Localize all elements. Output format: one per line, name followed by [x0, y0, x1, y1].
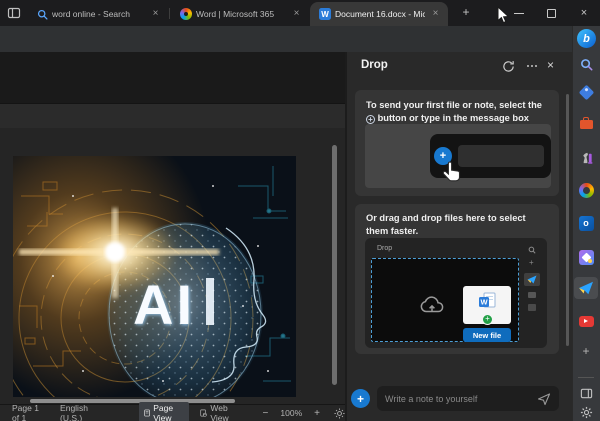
tab-divider [169, 8, 170, 19]
mini-new-file-button: New file [463, 328, 511, 342]
tab-word-online-search[interactable]: word online - Search × [28, 2, 168, 26]
zoom-out-button[interactable]: − [263, 408, 269, 419]
youtube-icon [579, 316, 594, 327]
search-icon [37, 9, 48, 20]
green-plus-badge: + [482, 314, 493, 325]
drop-panel-scrollbar[interactable] [566, 94, 569, 346]
tab-layout-icon [7, 6, 21, 20]
brightness-icon [334, 408, 345, 419]
word-status-bar: Page 1 of 1 English (U.S.) Page View Web… [0, 404, 345, 421]
browser-window: word online - Search × Word | Microsoft … [0, 0, 600, 421]
sidebar-tools-button[interactable] [576, 113, 596, 133]
shopping-tag-icon [578, 84, 594, 100]
language-status[interactable]: English (U.S.) [60, 403, 101, 421]
bing-icon: b [577, 29, 596, 48]
mini-faded-icon [528, 292, 536, 298]
word-document-icon: W [476, 291, 498, 313]
close-icon[interactable]: × [290, 8, 303, 21]
tab-title: Document 16.docx - Microsoft W... [335, 9, 425, 19]
drop-instruction-card-2: Or drag and drop files here to select th… [355, 204, 559, 354]
drop-close-button[interactable]: × [547, 58, 554, 72]
mini-file-card: W + [463, 286, 511, 324]
web-view-icon [200, 408, 207, 418]
sidebar-drop-button[interactable] [574, 277, 598, 299]
sidebar-toggle-icon [580, 387, 593, 400]
gear-icon [580, 406, 593, 419]
close-icon[interactable]: × [149, 8, 162, 21]
zoom-in-button[interactable]: + [314, 408, 320, 419]
drop-add-button[interactable]: + [351, 389, 370, 408]
sidebar-toggle-button[interactable] [576, 383, 596, 403]
tab-word-microsoft-365[interactable]: Word | Microsoft 365 × [171, 2, 309, 26]
chess-games-icon [579, 150, 594, 165]
microsoft-365-icon [579, 183, 594, 198]
send-icon[interactable] [537, 392, 551, 406]
document-canvas: AI AI [0, 128, 345, 404]
window-close-button[interactable]: × [568, 0, 600, 26]
word-icon: W [319, 8, 331, 20]
sidebar-youtube-button[interactable] [576, 311, 596, 331]
svg-text:W: W [480, 298, 488, 307]
mouse-cursor-arrow [496, 6, 510, 25]
sidebar-add-button[interactable]: + [576, 341, 596, 361]
illustration-input-bar [458, 145, 544, 167]
document-vertical-scrollbar[interactable] [332, 145, 337, 385]
maximize-button[interactable] [536, 0, 566, 26]
sidebar-divider [578, 377, 594, 378]
mini-window-title: Drop [377, 245, 392, 252]
tab-title: Word | Microsoft 365 [196, 9, 286, 19]
maximize-icon [547, 9, 556, 18]
tab-actions-button[interactable] [7, 6, 21, 20]
sidebar-games-button[interactable] [576, 147, 596, 167]
tab-document-16[interactable]: W Document 16.docx - Microsoft W... × [310, 2, 448, 26]
sidebar-shopping-button[interactable] [576, 82, 596, 102]
zoom-level[interactable]: 100% [280, 408, 302, 418]
search-icon [580, 58, 593, 71]
sidebar-designer-button[interactable] [576, 247, 596, 267]
word-header: Word Document 16 - Saved to OneDrive [0, 52, 345, 78]
microsoft-365-icon [180, 8, 192, 20]
browser-address-bar: ← https://onedrive.live.com/edit.aspx?ac… [0, 26, 572, 52]
new-tab-button[interactable]: + [458, 5, 474, 21]
drop-instruction-2: Or drag and drop files here to select th… [366, 212, 548, 237]
compose-note-bar[interactable] [377, 386, 559, 411]
designer-icon [579, 250, 594, 265]
browser-tab-bar: word online - Search × Word | Microsoft … [0, 0, 600, 26]
mini-plus-icon: + [529, 258, 534, 267]
image-overlay-text: AI [133, 273, 195, 336]
drop-menu-button[interactable] [525, 65, 539, 67]
sidebar-outlook-button[interactable]: o [576, 213, 596, 233]
mini-faded-icon [528, 304, 536, 311]
cloud-upload-icon [419, 295, 445, 314]
refresh-icon [502, 60, 515, 73]
sidebar-settings-button[interactable] [576, 402, 596, 421]
minimize-icon [514, 13, 524, 14]
circled-plus-icon: + [366, 115, 375, 124]
drop-paper-plane-icon [578, 281, 594, 295]
bing-copilot-button[interactable]: b [577, 29, 596, 48]
drop-refresh-button[interactable] [502, 60, 515, 73]
drop-illustration-2: Drop + [365, 238, 547, 348]
hand-cursor-icon [440, 160, 464, 190]
sidebar-microsoft-365-button[interactable] [576, 180, 596, 200]
brightness-button[interactable] [334, 408, 345, 419]
toolbox-icon [580, 120, 593, 129]
outlook-icon: o [579, 216, 594, 231]
page-count[interactable]: Page 1 of 1 [12, 403, 46, 421]
drop-instruction-card-1: To send your first file or note, select … [355, 90, 559, 196]
tab-title: word online - Search [52, 9, 145, 19]
note-input[interactable] [385, 394, 537, 404]
mini-search-icon [528, 246, 536, 254]
drop-panel-title: Drop [361, 59, 388, 71]
mini-drop-selected-icon [524, 273, 540, 286]
web-view-button[interactable]: Web View [195, 402, 244, 421]
document-image-ai-head[interactable]: AI AI [13, 156, 296, 397]
page-view-icon [144, 408, 150, 418]
sidebar-search-button[interactable] [576, 54, 596, 74]
word-menu-bar: File Home Insert Layout Share [0, 78, 345, 103]
close-icon[interactable]: × [429, 8, 442, 21]
page-view-button[interactable]: Page View [139, 402, 189, 421]
word-toolbar: B I U A [0, 103, 345, 128]
